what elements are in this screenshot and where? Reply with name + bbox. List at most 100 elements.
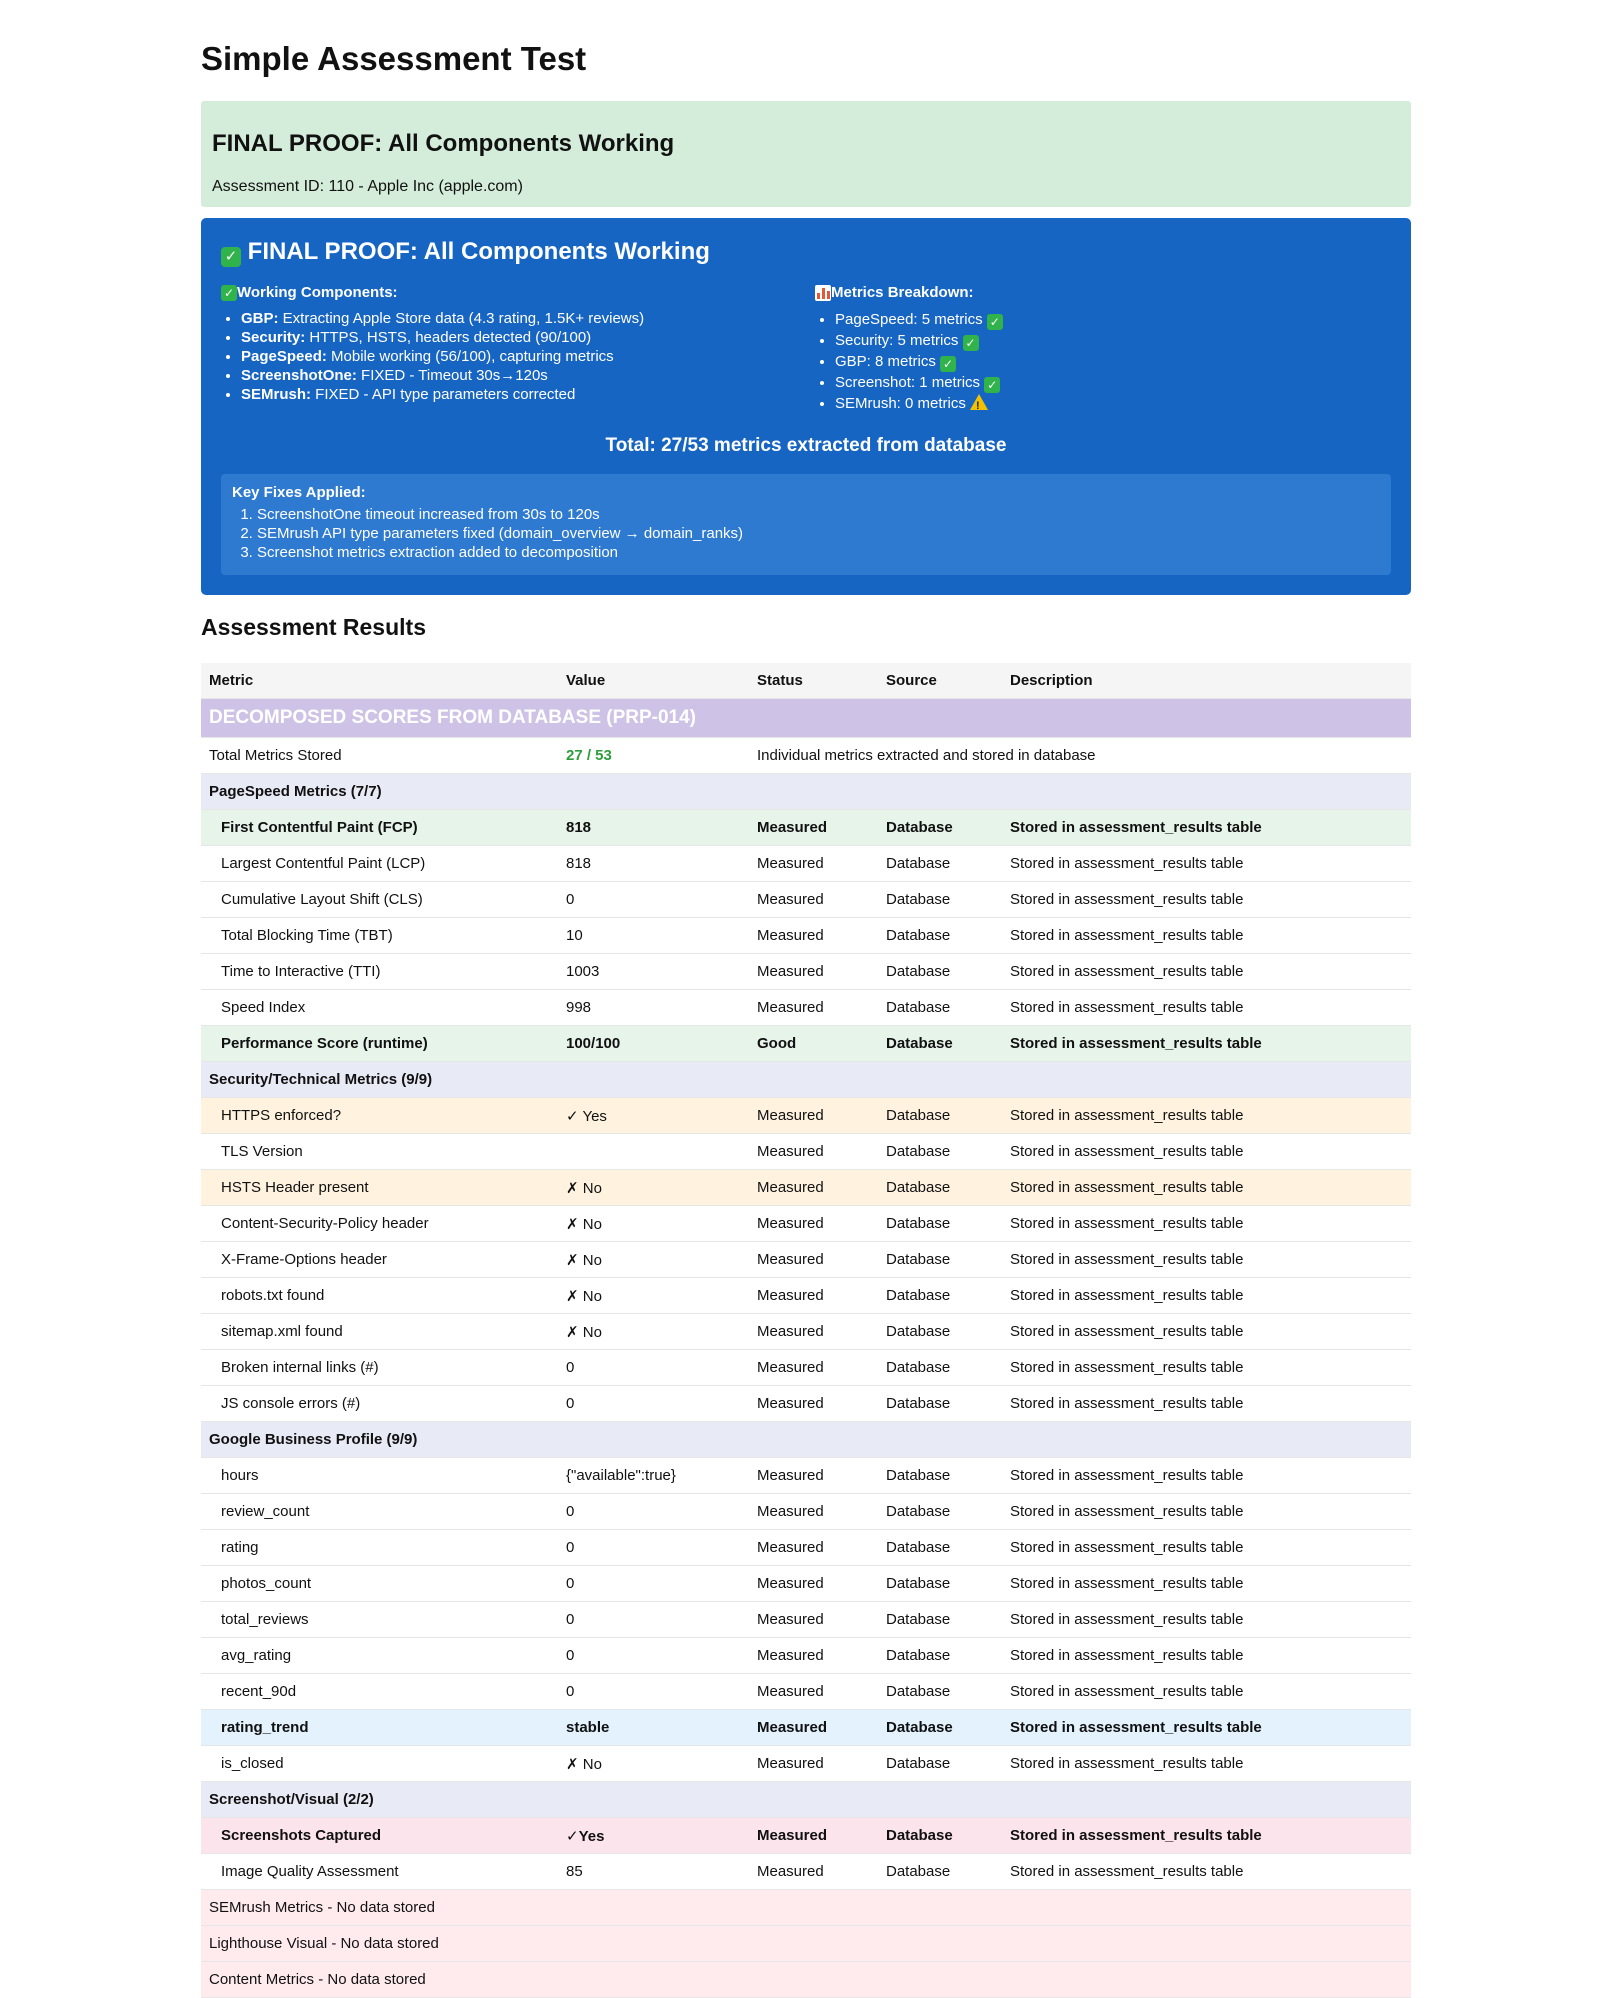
table-row: Speed Index 998 Measured Database Stored in … (201, 989, 1411, 1026)
metrics-breakdown-text: Security: 5 metrics (835, 332, 963, 349)
metric-description: Stored in assessment_results table (1002, 1313, 1411, 1350)
metric-source: Database (878, 1457, 1002, 1494)
metric-source: Database (878, 845, 1002, 882)
metric-status: Measured (749, 1493, 878, 1530)
no-data-label: Content Metrics - No data stored (201, 1961, 1411, 1998)
column-header-description: Description (1002, 663, 1411, 699)
metric-description: Stored in assessment_results table (1002, 881, 1411, 918)
metric-name: rating (201, 1529, 558, 1566)
metric-description: Stored in assessment_results table (1002, 1637, 1411, 1674)
key-fixes-box: Key Fixes Applied: ScreenshotOne timeout… (221, 474, 1391, 575)
results-table: Metric Value Status Source Description D… (201, 663, 1411, 1998)
results-table-body: DECOMPOSED SCORES FROM DATABASE (PRP-014… (201, 698, 1411, 1998)
metrics-breakdown-item: Security: 5 metrics ✓ (835, 330, 1375, 351)
table-row: Time to Interactive (TTI) 1003 Measured Dat… (201, 953, 1411, 990)
results-heading: Assessment Results (201, 614, 426, 640)
metric-name: HTTPS enforced? (201, 1097, 558, 1134)
no-data-row: Lighthouse Visual - No data stored (201, 1925, 1411, 1962)
metrics-breakdown-item: PageSpeed: 5 metrics ✓ (835, 309, 1375, 330)
metric-source: Database (878, 1385, 1002, 1422)
check-icon: ✓ (940, 356, 957, 372)
metric-status: Measured (749, 1853, 878, 1890)
metrics-breakdown: Metrics Breakdown: PageSpeed: 5 metrics … (815, 284, 1375, 417)
metric-name: photos_count (201, 1565, 558, 1602)
table-row: avg_rating 0 Measured Database Stored in ass… (201, 1637, 1411, 1674)
metric-source: Database (878, 1817, 1002, 1854)
decomposed-scores-header: DECOMPOSED SCORES FROM DATABASE (PRP-014… (201, 698, 1411, 738)
metrics-breakdown-title: Metrics Breakdown: (815, 284, 1375, 301)
metric-description: Stored in assessment_results table (1002, 1853, 1411, 1890)
section-title: PageSpeed Metrics (7/7) (201, 773, 1411, 810)
metrics-breakdown-text: SEMrush: 0 metrics (835, 395, 971, 412)
no-data-row: Content Metrics - No data stored (201, 1961, 1411, 1998)
metric-name: Broken internal links (#) (201, 1349, 558, 1386)
metric-description: Stored in assessment_results table (1002, 1277, 1411, 1314)
table-row: Total Blocking Time (TBT) 10 Measured Datab… (201, 917, 1411, 954)
metric-source: Database (878, 989, 1002, 1026)
metric-name: Screenshots Captured (201, 1817, 558, 1854)
metric-source: Database (878, 1637, 1002, 1674)
metric-value: 998 (558, 989, 749, 1026)
working-components-list: GBP: Extracting Apple Store data (4.3 ra… (221, 309, 781, 404)
metric-status: Measured (749, 1205, 878, 1242)
final-proof-panel-title-text: FINAL PROOF: All Components Working (247, 238, 710, 265)
decomposed-scores-title: DECOMPOSED SCORES FROM DATABASE (PRP-014… (201, 698, 1411, 738)
total-metrics-row: Total Metrics Stored 27 / 53 Individual … (201, 737, 1411, 774)
column-header-status: Status (749, 663, 878, 699)
section-header-row: PageSpeed Metrics (7/7) (201, 773, 1411, 810)
table-row: Screenshots Captured ✓Yes Measured Database… (201, 1817, 1411, 1854)
metric-description: Stored in assessment_results table (1002, 953, 1411, 990)
table-row: HSTS Header present ✗ No Measured Database S… (201, 1169, 1411, 1206)
working-component-name: ScreenshotOne: (241, 367, 357, 384)
metric-name: Cumulative Layout Shift (CLS) (201, 881, 558, 918)
assessment-id: Assessment ID: 110 - Apple Inc (apple.co… (212, 178, 523, 195)
metric-value (558, 1133, 749, 1170)
metric-name: Speed Index (201, 989, 558, 1026)
metric-description: Stored in assessment_results table (1002, 1529, 1411, 1566)
section-header-row: Google Business Profile (9/9) (201, 1421, 1411, 1458)
check-icon: ✓ (984, 377, 1001, 393)
final-proof-banner: FINAL PROOF: All Components Working Asse… (201, 101, 1411, 207)
metric-status: Measured (749, 1133, 878, 1170)
column-header-source: Source (878, 663, 1002, 699)
warning-icon (970, 394, 989, 417)
metric-value: ✗ No (558, 1241, 749, 1278)
metric-description: Stored in assessment_results table (1002, 1565, 1411, 1602)
metric-name: rating_trend (201, 1709, 558, 1746)
metrics-breakdown-item: Screenshot: 1 metrics ✓ (835, 372, 1375, 393)
metric-value: ✓Yes (558, 1817, 749, 1854)
metric-name: Image Quality Assessment (201, 1853, 558, 1890)
metric-name: Total Blocking Time (TBT) (201, 917, 558, 954)
metric-source: Database (878, 1493, 1002, 1530)
table-row: photos_count 0 Measured Database Stored in a… (201, 1565, 1411, 1602)
check-icon: ✓ (962, 335, 979, 351)
total-metrics-label: Total Metrics Stored (201, 737, 558, 774)
metric-name: Content-Security-Policy header (201, 1205, 558, 1242)
metrics-breakdown-text: PageSpeed: 5 metrics (835, 311, 987, 328)
final-proof-panel-title: ✓ FINAL PROOF: All Components Working (221, 238, 710, 267)
metric-status: Measured (749, 989, 878, 1026)
metric-name: robots.txt found (201, 1277, 558, 1314)
metric-source: Database (878, 809, 1002, 846)
metric-value: 0 (558, 1565, 749, 1602)
final-proof-panel: ✓ FINAL PROOF: All Components Working ✓ … (201, 218, 1411, 595)
metric-status: Measured (749, 881, 878, 918)
metric-description: Stored in assessment_results table (1002, 1493, 1411, 1530)
table-row: JS console errors (#) 0 Measured Database St… (201, 1385, 1411, 1422)
metric-name: total_reviews (201, 1601, 558, 1638)
table-row: X-Frame-Options header ✗ No Measured Databa… (201, 1241, 1411, 1278)
metric-status: Measured (749, 1457, 878, 1494)
metric-name: Time to Interactive (TTI) (201, 953, 558, 990)
section-title: Security/Technical Metrics (9/9) (201, 1061, 1411, 1098)
metric-description: Stored in assessment_results table (1002, 845, 1411, 882)
metric-description: Stored in assessment_results table (1002, 1205, 1411, 1242)
metric-description: Stored in assessment_results table (1002, 1601, 1411, 1638)
working-component-name: SEMrush: (241, 386, 312, 403)
metric-status: Measured (749, 1241, 878, 1278)
metric-status: Measured (749, 1565, 878, 1602)
metric-description: Stored in assessment_results table (1002, 917, 1411, 954)
metric-status: Measured (749, 917, 878, 954)
check-icon: ✓ (221, 247, 241, 267)
section-header-row: Security/Technical Metrics (9/9) (201, 1061, 1411, 1098)
table-row: recent_90d 0 Measured Database Stored in ass… (201, 1673, 1411, 1710)
